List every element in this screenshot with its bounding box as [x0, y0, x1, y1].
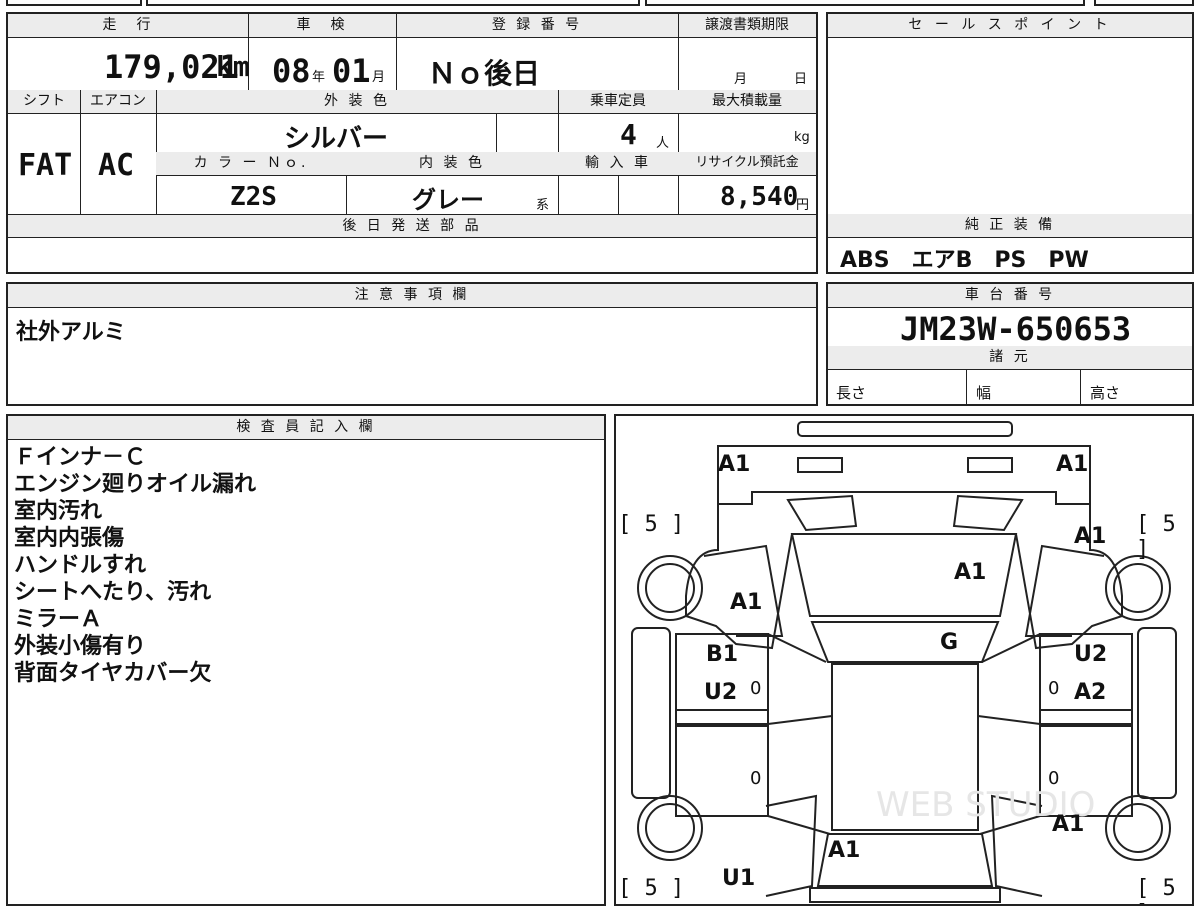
transfer-month: 月 — [734, 72, 748, 87]
capacity-unit: 人 — [656, 136, 670, 151]
mark-rear-bottom: U1 — [722, 866, 756, 891]
inspector-note: 背面タイヤカバー欠 — [14, 661, 212, 686]
caution-box: 注 意 事 項 欄 社外アルミ — [6, 282, 818, 406]
vehicle-info-table: 走 行 車 検 登 録 番 号 譲渡書類期限 179,021 km 08 年 0… — [6, 12, 818, 274]
mark-bracket-tr: [ 5 ] — [1136, 512, 1176, 562]
mark-windshield: G — [940, 630, 959, 655]
mark-right-fender: A1 — [1074, 524, 1107, 549]
top-strip — [0, 0, 1200, 8]
mark-bracket-tl: [ 5 ] — [618, 512, 685, 537]
caution-label: 注 意 事 項 欄 — [8, 284, 816, 308]
mark-front-right: A1 — [1056, 452, 1089, 477]
inspector-note: シートへたり、汚れ — [14, 580, 212, 605]
sales-point-box: セ ー ル ス ポ イ ン ト 純 正 装 備 ABS エアB PS PW — [826, 12, 1194, 274]
genuine-label: 純 正 装 備 — [828, 214, 1192, 238]
mark-left-fender: A1 — [730, 590, 763, 615]
mileage-label: 走 行 — [8, 14, 248, 38]
inspector-box: 検 査 員 記 入 欄 Ｆインナ－Ｃ エンジン廻りオイル漏れ 室内汚れ 室内内張… — [6, 414, 606, 906]
mark-zero: 0 — [750, 768, 762, 789]
inspection-year-unit: 年 — [312, 70, 326, 85]
transfer-label: 譲渡書類期限 — [678, 14, 816, 38]
inspector-note: ミラーＡ — [14, 607, 103, 632]
inspector-note: ハンドルすれ — [14, 553, 147, 578]
car-diagram-box: WEB STUDIO A1 A1 [ 5 ] [ 5 ] [ 5 ] [ 5 ]… — [614, 414, 1194, 906]
exterior-value: シルバー — [284, 124, 389, 154]
inspector-note: 室内内張傷 — [14, 526, 125, 551]
ac-label: エアコン — [80, 90, 156, 114]
color-no-value: Z2S — [230, 182, 277, 212]
ac-value: AC — [98, 148, 135, 183]
recycle-label: リサイクル預託金 — [678, 152, 816, 176]
registration-label: 登 録 番 号 — [396, 14, 678, 38]
shift-label: シフト — [8, 90, 80, 114]
mark-rear-right: A1 — [1052, 812, 1085, 837]
inspector-note: 室内汚れ — [14, 499, 103, 524]
mark-hood: A1 — [954, 560, 987, 585]
mark-right-front-door-2: A2 — [1074, 680, 1107, 705]
exterior-label: 外 装 色 — [156, 90, 558, 114]
inspector-note: エンジン廻りオイル漏れ — [14, 472, 257, 497]
spec-length: 長さ — [836, 384, 867, 402]
caution-value: 社外アルミ — [16, 320, 126, 345]
capacity-value: 4 — [620, 118, 637, 151]
mileage-unit: km — [216, 50, 250, 83]
mark-zero: 0 — [750, 678, 762, 699]
mark-bracket-br: [ 5 ] — [1136, 876, 1176, 904]
mark-right-front-door: U2 — [1074, 642, 1108, 667]
color-no-label: カ ラ ー Ｎｏ. — [156, 152, 346, 176]
spec-height: 高さ — [1090, 384, 1121, 402]
chassis-box: 車 台 番 号 JM23W-650653 諸 元 長さ 幅 高さ — [826, 282, 1194, 406]
genuine-value: ABS エアB PS PW — [840, 248, 1089, 273]
mark-front-left: A1 — [718, 452, 751, 477]
inspector-note: Ｆインナ－Ｃ — [14, 445, 147, 470]
mark-bracket-bl: [ 5 ] — [618, 876, 685, 901]
mark-left-front-door-2: U2 — [704, 680, 738, 705]
transfer-day: 日 — [794, 72, 808, 87]
sales-point-label: セ ー ル ス ポ イ ン ト — [828, 14, 1192, 38]
mark-left-front-door: B1 — [706, 642, 739, 667]
load-unit: kg — [794, 130, 810, 145]
spec-width: 幅 — [976, 384, 992, 402]
shift-value: FAT — [18, 148, 73, 183]
mark-rear-center: A1 — [828, 838, 861, 863]
inspection-label: 車 検 — [248, 14, 396, 38]
mark-zero: 0 — [1048, 768, 1060, 789]
inspection-month-unit: 月 — [372, 70, 386, 85]
interior-label: 内 装 色 — [346, 152, 558, 176]
import-label: 輸 入 車 — [558, 152, 678, 176]
inspector-note: 外装小傷有り — [14, 634, 147, 659]
chassis-value: JM23W-650653 — [900, 310, 1132, 348]
inspection-month: 01 — [332, 52, 371, 90]
loadmax-label: 最大積載量 — [678, 90, 816, 114]
interior-value: グレー — [412, 186, 484, 214]
spec-label: 諸 元 — [828, 346, 1192, 370]
capacity-label: 乗車定員 — [558, 90, 678, 114]
inspector-label: 検 査 員 記 入 欄 — [8, 416, 604, 440]
inspection-year: 08 — [272, 52, 311, 90]
mark-zero: 0 — [1048, 678, 1060, 699]
chassis-label: 車 台 番 号 — [828, 284, 1192, 308]
recycle-value: 8,540 — [720, 182, 799, 212]
later-parts-label: 後 日 発 送 部 品 — [8, 214, 816, 238]
interior-suffix: 系 — [536, 198, 550, 213]
registration-value: Ｎｏ後日 — [428, 57, 541, 90]
recycle-unit: 円 — [796, 198, 810, 213]
